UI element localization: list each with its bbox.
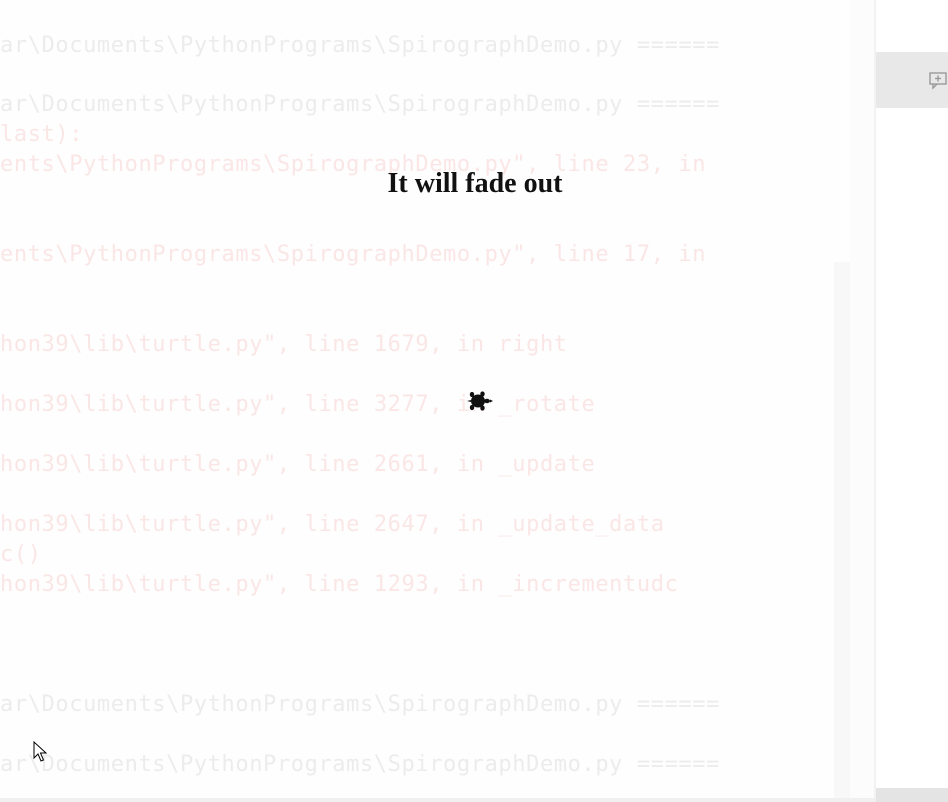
right-panel	[876, 0, 948, 802]
shell-scrollbar[interactable]	[834, 262, 850, 798]
shell-line: ar\Documents\PythonPrograms\SpirographDe…	[0, 33, 720, 58]
fade-message-text: It will fade out	[387, 168, 563, 199]
screen: ar\Documents\PythonPrograms\SpirographDe…	[0, 0, 948, 802]
add-panel-icon[interactable]	[928, 70, 948, 90]
shell-line: hon39\lib\turtle.py", line 3277, in _rot…	[0, 392, 596, 417]
shell-line: hon39\lib\turtle.py", line 1679, in righ…	[0, 332, 568, 357]
right-panel-statusbar	[876, 788, 948, 802]
shell-line: c()	[0, 542, 42, 567]
window-bottom-edge	[0, 798, 876, 802]
shell-line: ar\Documents\PythonPrograms\SpirographDe…	[0, 92, 720, 117]
pane-divider[interactable]	[850, 0, 876, 802]
shell-line: last):	[0, 122, 84, 147]
python-shell-background: ar\Documents\PythonPrograms\SpirographDe…	[0, 0, 850, 802]
shell-line: ar\Documents\PythonPrograms\SpirographDe…	[0, 692, 720, 717]
shell-line: ar\Documents\PythonPrograms\SpirographDe…	[0, 752, 720, 777]
turtle-icon	[467, 391, 493, 411]
shell-line: ents\PythonPrograms\SpirographDemo.py", …	[0, 242, 707, 267]
shell-line: hon39\lib\turtle.py", line 1293, in _inc…	[0, 572, 679, 597]
shell-line: hon39\lib\turtle.py", line 2661, in _upd…	[0, 452, 596, 477]
mouse-pointer-icon	[33, 741, 47, 762]
shell-line: hon39\lib\turtle.py", line 2647, in _upd…	[0, 512, 665, 537]
